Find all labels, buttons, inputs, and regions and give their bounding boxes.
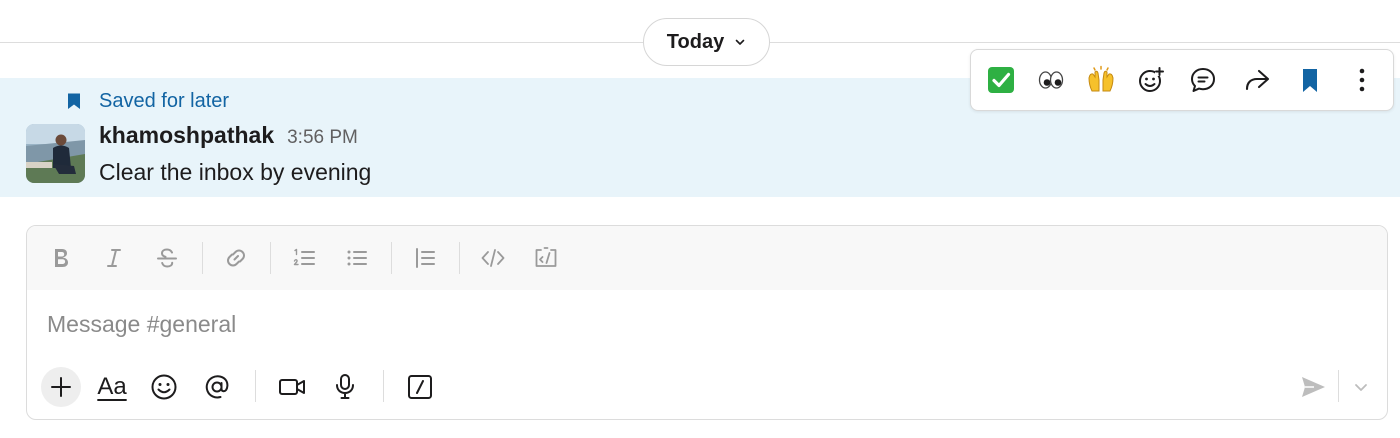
bulleted-list-icon [347,250,367,266]
audio-clip-button[interactable] [325,367,365,407]
send-icon [1302,377,1325,397]
message-timestamp[interactable]: 3:56 PM [287,127,358,149]
microphone-icon [336,374,354,399]
raised-hands-reaction-button[interactable] [1079,58,1123,102]
ordered-list-icon [293,248,315,266]
share-message-button[interactable] [1235,58,1279,102]
at-sign-icon [205,375,229,399]
bookmark-filled-icon [1303,69,1317,92]
author-name[interactable]: khamoshpathak [99,122,274,149]
chevron-down-icon [1355,384,1367,391]
save-for-later-button[interactable] [1288,58,1332,102]
plus-icon [51,377,71,397]
code-button[interactable] [475,240,511,276]
message-header: khamoshpathak 3:56 PM [99,122,358,149]
saved-for-later-indicator: Saved for later [66,90,229,112]
chevron-down-icon [735,39,745,45]
video-camera-icon [279,379,305,395]
date-divider-label: Today [666,30,725,53]
italic-icon [107,249,121,267]
more-actions-button[interactable] [1340,58,1384,102]
toolbar-separator [270,242,271,274]
shortcuts-button[interactable] [400,367,440,407]
eyes-reaction-button[interactable] [1029,58,1073,102]
message-actions-toolbar [970,49,1394,111]
date-divider-button[interactable]: Today [643,18,770,66]
strikethrough-icon [157,248,177,268]
blockquote-icon [416,248,435,268]
schedule-send-dropdown-button[interactable] [1341,367,1381,407]
text-formatting-label: Aa [97,373,127,400]
toolbar-separator [383,370,384,402]
slack-channel-view: Today Saved for later khamoshpathak 3:56… [0,0,1400,438]
message-text: Clear the inbox by evening [99,159,372,185]
slash-command-icon [408,375,432,399]
code-block-icon [535,247,557,267]
send-button[interactable] [1293,367,1333,407]
toolbar-separator [459,242,460,274]
thread-icon [1191,68,1215,92]
blockquote-button[interactable] [407,240,443,276]
strikethrough-button[interactable] [149,240,185,276]
code-icon [481,249,505,267]
white-check-mark-emoji-icon [988,67,1014,93]
raised-hands-emoji-icon [1088,65,1114,92]
bulleted-list-button[interactable] [339,240,375,276]
message-input[interactable] [47,306,1367,342]
ordered-list-button[interactable] [286,240,322,276]
emoji-button[interactable] [144,367,184,407]
toolbar-separator [202,242,203,274]
message-composer: Aa [26,225,1388,420]
message-input-wrap [47,306,1367,342]
add-emoji-icon [1139,67,1164,92]
toolbar-separator [391,242,392,274]
forward-icon [1245,69,1270,91]
toolbar-separator [1338,370,1339,402]
text-formatting-button[interactable]: Aa [91,367,133,407]
italic-button[interactable] [96,240,132,276]
add-reaction-button[interactable] [1129,58,1173,102]
bold-button[interactable] [43,240,79,276]
saved-for-later-label: Saved for later [99,90,230,112]
kebab-icon [1359,68,1365,92]
smiley-icon [151,374,177,400]
eyes-emoji-icon [1038,71,1064,89]
reply-in-thread-button[interactable] [1181,58,1225,102]
code-block-button[interactable] [528,240,564,276]
check-mark-reaction-button[interactable] [979,58,1023,102]
video-clip-button[interactable] [272,367,312,407]
link-button[interactable] [218,240,254,276]
attach-button[interactable] [41,367,81,407]
avatar[interactable] [26,124,85,183]
formatting-toolbar [27,226,1387,290]
mention-button[interactable] [197,367,237,407]
toolbar-separator [255,370,256,402]
bookmark-icon [68,93,80,109]
link-icon [227,249,245,267]
avatar-photo [26,124,85,183]
bold-icon [55,249,68,267]
